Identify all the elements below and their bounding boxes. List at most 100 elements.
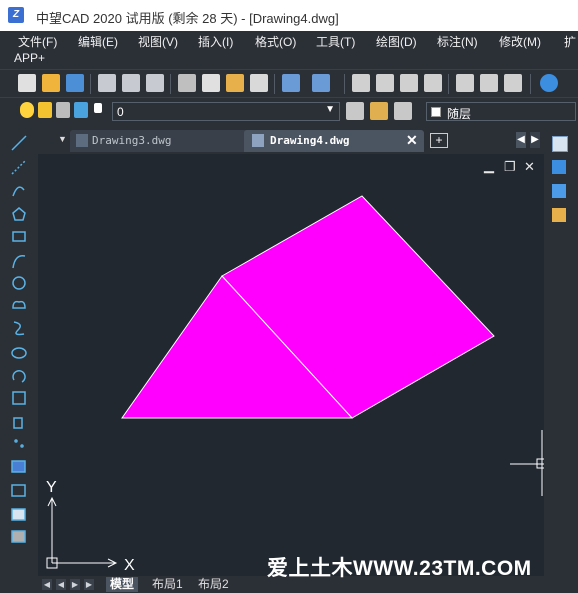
rectangle-icon (12, 231, 26, 242)
close-drawing-icon[interactable]: ✕ (524, 159, 535, 175)
pan-icon[interactable] (352, 74, 370, 92)
crosshair-cursor (510, 430, 546, 496)
match-properties-icon[interactable] (250, 74, 268, 92)
menu-modify[interactable]: 修改(M) (499, 33, 541, 50)
menu-tools[interactable]: 工具(T) (316, 33, 355, 50)
ucs-x-label: X (124, 557, 135, 574)
design-center-icon[interactable] (504, 74, 522, 92)
zoom-previous-icon[interactable] (424, 74, 442, 92)
point-icon (14, 439, 18, 443)
save-icon[interactable] (66, 74, 84, 92)
ellipse-icon (11, 347, 27, 359)
layer-previous-icon[interactable] (370, 102, 388, 120)
dwg-file-icon (252, 134, 264, 147)
menu-view[interactable]: 视图(V) (138, 33, 178, 50)
color-dropdown[interactable]: 随层 (426, 102, 576, 121)
tab-layout1[interactable]: 布局1 (148, 577, 187, 592)
polyline-icon (12, 186, 25, 197)
arc-icon (12, 255, 26, 269)
next-layout-icon[interactable]: ▶ (70, 579, 80, 590)
make-object-layer-current-icon[interactable] (394, 102, 412, 120)
layer-on-bulb-icon[interactable] (20, 102, 34, 118)
tab-label: Drawing3.dwg (92, 134, 172, 147)
last-layout-icon[interactable]: ▶ (84, 579, 94, 590)
draw-toolbar (8, 128, 30, 590)
menu-dimension[interactable]: 标注(N) (437, 33, 478, 50)
layer-color-swatch (94, 103, 102, 113)
restore-icon[interactable]: ❐ (504, 159, 516, 175)
menu-format[interactable]: 格式(O) (255, 33, 296, 50)
menu-insert[interactable]: 插入(I) (198, 33, 233, 50)
bring-above-icon[interactable] (552, 184, 566, 198)
new-file-icon[interactable] (18, 74, 36, 92)
layer-lock-icon[interactable] (74, 102, 88, 118)
table-icon (11, 508, 26, 521)
app-logo-icon: Z (8, 7, 24, 23)
open-folder-icon[interactable] (42, 74, 60, 92)
layer-dropdown[interactable]: 0 ▼ (112, 102, 340, 121)
draw-order-toolbar (546, 130, 574, 230)
mtext-icon (11, 530, 26, 543)
redo-icon[interactable] (312, 74, 330, 92)
new-tab-button[interactable]: + (430, 133, 448, 148)
close-tab-icon[interactable]: ✕ (406, 132, 418, 149)
layer-toolbar: 0 ▼ 随层 (0, 97, 578, 124)
model-space[interactable]: Y X (38, 154, 546, 576)
ucs-y-label: Y (46, 479, 57, 496)
paste-icon[interactable] (226, 74, 244, 92)
toolbar-separator (448, 74, 449, 94)
menu-draw[interactable]: 绘图(D) (376, 33, 417, 50)
layer-states-icon[interactable] (346, 102, 364, 120)
dwg-file-icon (76, 134, 88, 147)
window-title: 中望CAD 2020 试用版 (剩余 28 天) - [Drawing4.dwg… (36, 11, 339, 26)
spline-icon (13, 321, 25, 336)
tab-list-dropdown-icon[interactable]: ▼ (58, 134, 67, 144)
ellipse-arc-icon (12, 370, 26, 383)
menu-bar: 文件(F) 编辑(E) 视图(V) 插入(I) 格式(O) 工具(T) 绘图(D… (0, 31, 578, 69)
undo-icon[interactable] (282, 74, 300, 92)
tab-scroll-right-icon[interactable]: ▶ (530, 132, 540, 148)
copy-icon[interactable] (202, 74, 220, 92)
toolbar-separator (90, 74, 91, 94)
print-icon[interactable] (98, 74, 116, 92)
layer-freeze-sun-icon[interactable] (38, 102, 52, 118)
menu-edit[interactable]: 编辑(E) (78, 33, 118, 50)
color-value: 随层 (447, 107, 472, 121)
drawing-canvas[interactable]: Y X ▁ ❐ ✕ (38, 154, 546, 576)
toolbar-separator (274, 74, 275, 94)
menu-file[interactable]: 文件(F) (18, 33, 57, 50)
send-under-icon[interactable] (552, 208, 566, 222)
toolbar-separator (170, 74, 171, 94)
menu-app-plus[interactable]: APP+ (14, 51, 45, 65)
polygon-icon (12, 207, 26, 221)
tab-model[interactable]: 模型 (106, 577, 139, 592)
print-preview-icon[interactable] (122, 74, 140, 92)
previous-layout-icon[interactable]: ◀ (56, 579, 66, 590)
send-to-back-icon[interactable] (552, 160, 566, 174)
layer-viewport-icon[interactable] (56, 102, 70, 118)
properties-icon[interactable] (480, 74, 498, 92)
standard-toolbar (0, 69, 578, 98)
minimize-icon[interactable]: ▁ (484, 158, 494, 174)
draw-toolbar-icons (11, 135, 27, 543)
plot-icon[interactable] (146, 74, 164, 92)
tab-scroll-left-icon[interactable]: ◀ (516, 132, 526, 148)
toolbar-separator (530, 74, 531, 94)
circle-icon (12, 276, 26, 290)
hatch-icon (11, 460, 26, 473)
tab-label: Drawing4.dwg (270, 134, 350, 147)
help-icon[interactable] (540, 74, 558, 92)
revision-cloud-icon (12, 300, 26, 309)
document-tab-bar: ▼ Drawing3.dwg Drawing4.dwg ✕ + ◀ ▶ (38, 128, 544, 154)
cut-icon[interactable] (178, 74, 196, 92)
first-layout-icon[interactable]: ◀ (42, 579, 52, 590)
menu-extend[interactable]: 扩 (564, 33, 576, 50)
zoom-window-icon[interactable] (400, 74, 418, 92)
tab-drawing4[interactable]: Drawing4.dwg ✕ (244, 130, 424, 152)
ucs-icon (46, 496, 118, 569)
zoom-realtime-icon[interactable] (376, 74, 394, 92)
tab-layout2[interactable]: 布局2 (194, 577, 233, 592)
make-block-icon (13, 417, 23, 429)
calculator-icon[interactable] (456, 74, 474, 92)
bring-to-front-icon[interactable] (552, 136, 568, 152)
